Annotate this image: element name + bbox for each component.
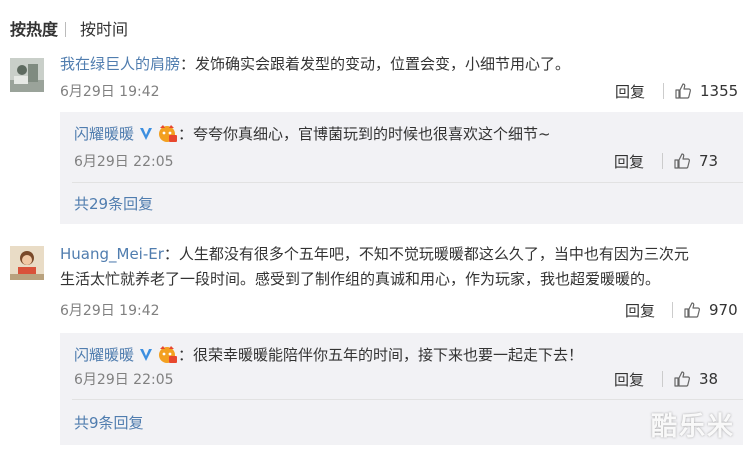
comment-time: 6月29日 19:42 xyxy=(60,84,160,100)
reply-divider xyxy=(72,399,743,400)
thumbs-up-icon xyxy=(674,153,690,169)
reply-divider xyxy=(72,182,743,183)
member-badge-icon xyxy=(159,346,178,363)
sort-divider xyxy=(65,22,66,37)
avatar[interactable] xyxy=(10,246,44,280)
colon: ： xyxy=(163,245,179,263)
more-replies-link[interactable]: 共29条回复 xyxy=(74,194,153,214)
reply-time: 6月29日 22:05 xyxy=(74,372,174,388)
avatar[interactable] xyxy=(10,58,44,92)
divider xyxy=(672,302,673,318)
reply-author-link[interactable]: 闪耀暖暖 xyxy=(74,125,134,143)
more-replies-link[interactable]: 共9条回复 xyxy=(74,413,144,433)
like-button[interactable]: 1355 xyxy=(663,82,738,100)
reply-body: 闪耀暖暖 ：很荣幸暖暖能陪伴你五年的时间，接下来也要一起走下去！ xyxy=(74,343,583,367)
like-count: 38 xyxy=(699,370,719,388)
divider xyxy=(663,83,664,99)
reply-author-link[interactable]: 闪耀暖暖 xyxy=(74,346,134,364)
reply-text: 很荣幸暖暖能陪伴你五年的时间，接下来也要一起走下去！ xyxy=(193,346,584,364)
sort-bar: 按热度 按时间 xyxy=(0,0,743,48)
like-count: 73 xyxy=(699,152,719,170)
thumbs-up-icon xyxy=(675,83,691,99)
reply-box: 闪耀暖暖 ：夸夸你真细心，官博菌玩到的时候也很喜欢这个细节~ 6月29日 22:0… xyxy=(60,112,743,224)
comment-text: 发饰确实会跟着发型的变动，位置会变，小细节用心了。 xyxy=(195,55,571,73)
like-button[interactable]: 970 xyxy=(672,301,738,319)
member-badge-icon xyxy=(159,125,178,142)
reply-button[interactable]: 回复 xyxy=(625,302,655,320)
reply-box: 闪耀暖暖 ：很荣幸暖暖能陪伴你五年的时间，接下来也要一起走下去！ 6月29日 22… xyxy=(60,333,743,445)
like-button[interactable]: 38 xyxy=(662,370,718,388)
reply-time: 6月29日 22:05 xyxy=(74,154,174,170)
comment-body: Huang_Mei-Er：人生都没有很多个五年吧，不知不觉玩暖暖都这么久了，当中… xyxy=(60,242,740,292)
thumbs-up-icon xyxy=(674,371,690,387)
verified-v-icon xyxy=(140,349,153,361)
thumbs-up-icon xyxy=(684,302,700,318)
comment-line: Huang_Mei-Er：人生都没有很多个五年吧，不知不觉玩暖暖都这么久了，当中… xyxy=(60,242,740,267)
comment-author-link[interactable]: 我在绿巨人的肩膀 xyxy=(60,55,180,73)
reply-button[interactable]: 回复 xyxy=(614,371,644,389)
reply-text: 夸夸你真细心，官博菌玩到的时候也很喜欢这个细节~ xyxy=(193,125,551,143)
divider xyxy=(662,371,663,387)
like-count: 1355 xyxy=(700,82,739,100)
reply-button[interactable]: 回复 xyxy=(614,153,644,171)
comment-time: 6月29日 19:42 xyxy=(60,303,160,319)
verified-v-icon xyxy=(140,128,153,140)
reply-body: 闪耀暖暖 ：夸夸你真细心，官博菌玩到的时候也很喜欢这个细节~ xyxy=(74,122,551,146)
like-count: 970 xyxy=(709,301,738,319)
reply-button[interactable]: 回复 xyxy=(615,83,645,101)
sort-by-hot-tab[interactable]: 按热度 xyxy=(10,20,58,40)
comment-author-link[interactable]: Huang_Mei-Er xyxy=(60,245,164,263)
comment-text-line2: 生活太忙就养老了一段时间。感受到了制作组的真诚和用心，作为玩家，我也超爱暖暖的。 xyxy=(60,270,661,288)
divider xyxy=(662,153,663,169)
comment-text-line1: 人生都没有很多个五年吧，不知不觉玩暖暖都这么久了，当中也有因为三次元 xyxy=(178,245,689,263)
colon: ： xyxy=(178,346,194,364)
colon: ： xyxy=(180,55,196,73)
comment-body: 我在绿巨人的肩膀：发饰确实会跟着发型的变动，位置会变，小细节用心了。 xyxy=(60,52,730,77)
like-button[interactable]: 73 xyxy=(662,152,718,170)
colon: ： xyxy=(178,125,194,143)
watermark: 酷乐米 xyxy=(650,412,735,442)
sort-by-time-tab[interactable]: 按时间 xyxy=(80,20,128,40)
